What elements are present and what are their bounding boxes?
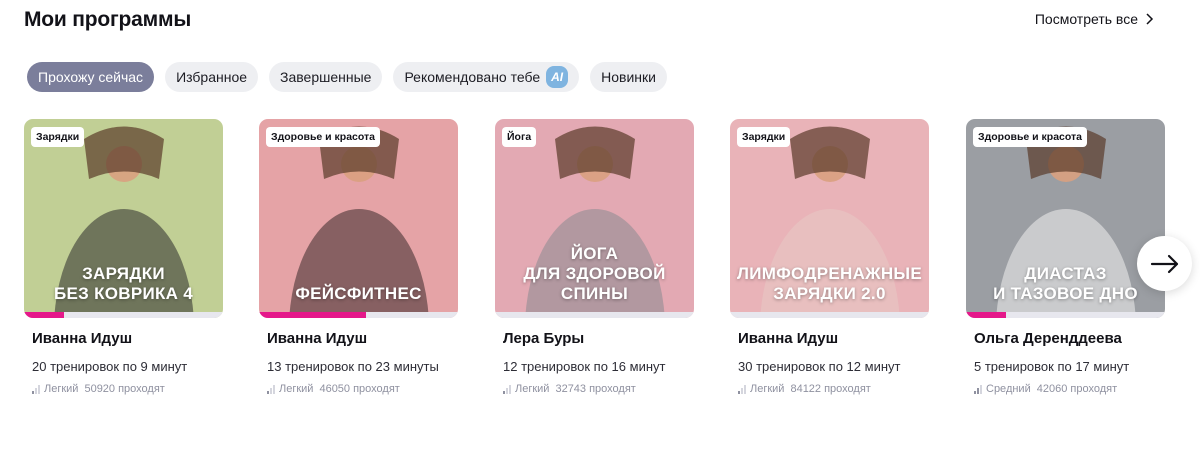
- level-indicator: Средний: [974, 383, 1031, 395]
- cover-title-line-1: Зарядки: [82, 264, 165, 283]
- tab-completed[interactable]: Завершенные: [269, 62, 383, 92]
- category-badge: Зарядки: [737, 127, 791, 147]
- progress-bar: [730, 312, 929, 318]
- tab-label: Завершенные: [280, 69, 372, 85]
- progress-fill: [966, 312, 1006, 318]
- workout-count: 12 тренировок по 16 минут: [503, 359, 666, 374]
- program-card[interactable]: Йога Йога для здоровой спины Лера Буры 12…: [495, 119, 694, 395]
- carousel-next-button[interactable]: [1137, 236, 1192, 291]
- workout-count: 5 тренировок по 17 минут: [974, 359, 1130, 374]
- program-meta: Легкий 50920 проходят: [32, 383, 165, 395]
- program-card[interactable]: Зарядки Зарядки без коврика 4 Иванна Идуш…: [24, 119, 223, 395]
- cover-title: Фейсфитнес: [259, 284, 458, 304]
- cover-title: Йога для здоровой спины: [495, 244, 694, 304]
- cover-title-line-2: Фейсфитнес: [295, 284, 422, 303]
- program-card[interactable]: Здоровье и красота Фейсфитнес Иванна Иду…: [259, 119, 458, 395]
- program-card[interactable]: Зарядки Лимфодренажные зарядки 2.0 Иванна…: [730, 119, 929, 395]
- category-badge: Йога: [502, 127, 537, 147]
- program-meta: Легкий 84122 проходят: [738, 383, 871, 395]
- workout-count: 13 тренировок по 23 минуты: [267, 359, 439, 374]
- ai-badge-icon: AI: [546, 66, 569, 88]
- progress-bar: [24, 312, 223, 318]
- tab-new[interactable]: Новинки: [590, 62, 667, 92]
- tabs-bar: Прохожу сейчас Избранное Завершенные Рек…: [27, 62, 667, 92]
- cover-title-line-2: без коврика 4: [53, 284, 194, 303]
- level-indicator: Легкий: [503, 383, 549, 395]
- program-cover: Йога Йога для здоровой спины: [495, 119, 694, 318]
- cover-title-line-2: для здоровой спины: [523, 264, 666, 303]
- workout-count: 30 тренировок по 12 минут: [738, 359, 901, 374]
- participants-count: 46050 проходят: [319, 383, 400, 395]
- level-label: Легкий: [515, 383, 550, 395]
- tab-in-progress[interactable]: Прохожу сейчас: [27, 62, 155, 92]
- program-meta: Средний 42060 проходят: [974, 383, 1117, 395]
- page-title: Мои программы: [24, 8, 192, 31]
- participants-count: 50920 проходят: [84, 383, 165, 395]
- program-cover: Зарядки Лимфодренажные зарядки 2.0: [730, 119, 929, 318]
- level-icon: [32, 384, 40, 394]
- see-all-label: Посмотреть все: [1034, 11, 1138, 27]
- arrow-right-icon: [1150, 254, 1178, 273]
- category-badge: Здоровье и красота: [973, 127, 1088, 147]
- tab-recommended[interactable]: Рекомендовано тебе AI: [393, 62, 580, 92]
- progress-bar: [495, 312, 694, 318]
- tab-label: Новинки: [601, 69, 656, 85]
- level-indicator: Легкий: [738, 383, 784, 395]
- level-icon: [503, 384, 511, 394]
- level-label: Легкий: [279, 383, 314, 395]
- program-cover: Здоровье и красота Диастаз и тазовое дно: [966, 119, 1165, 318]
- chevron-right-icon: [1146, 13, 1154, 25]
- progress-fill: [24, 312, 64, 318]
- level-icon: [974, 384, 982, 394]
- cover-title-line-2: и тазовое дно: [993, 284, 1138, 303]
- program-meta: Легкий 46050 проходят: [267, 383, 400, 395]
- program-card[interactable]: Здоровье и красота Диастаз и тазовое дно …: [966, 119, 1165, 395]
- progress-bar: [966, 312, 1165, 318]
- participants-count: 42060 проходят: [1036, 383, 1118, 395]
- category-badge: Зарядки: [31, 127, 85, 147]
- cover-title: Зарядки без коврика 4: [24, 264, 223, 304]
- progress-bar: [259, 312, 458, 318]
- progress-fill: [259, 312, 367, 318]
- trainer-name: Иванна Идуш: [738, 330, 839, 347]
- workout-count: 20 тренировок по 9 минут: [32, 359, 188, 374]
- cover-title-line-2: зарядки 2.0: [773, 284, 886, 303]
- level-icon: [738, 384, 746, 394]
- tab-label: Рекомендовано тебе: [404, 69, 541, 85]
- trainer-name: Ольга Деренддеева: [974, 330, 1122, 347]
- see-all-link[interactable]: Посмотреть все: [1035, 11, 1154, 27]
- participants-count: 84122 проходят: [790, 383, 871, 395]
- trainer-name: Лера Буры: [503, 330, 585, 347]
- program-meta: Легкий 32743 проходят: [503, 383, 636, 395]
- cover-title-line-1: Лимфодренажные: [737, 264, 922, 283]
- level-label: Легкий: [44, 383, 79, 395]
- program-cover: Здоровье и красота Фейсфитнес: [259, 119, 458, 318]
- tab-label: Избранное: [176, 69, 248, 85]
- cover-title: Лимфодренажные зарядки 2.0: [730, 264, 929, 304]
- cover-title-line-1: Йога: [570, 244, 619, 263]
- level-icon: [267, 384, 275, 394]
- trainer-name: Иванна Идуш: [267, 330, 368, 347]
- tab-favorites[interactable]: Избранное: [165, 62, 259, 92]
- tab-label: Прохожу сейчас: [38, 69, 144, 85]
- level-label: Средний: [986, 383, 1031, 395]
- level-label: Легкий: [750, 383, 785, 395]
- cover-title-line-1: Диастаз: [1024, 264, 1107, 283]
- level-indicator: Легкий: [267, 383, 313, 395]
- category-badge: Здоровье и красота: [266, 127, 381, 147]
- cover-title: Диастаз и тазовое дно: [966, 264, 1165, 304]
- program-cover: Зарядки Зарядки без коврика 4: [24, 119, 223, 318]
- participants-count: 32743 проходят: [555, 383, 636, 395]
- trainer-name: Иванна Идуш: [32, 330, 133, 347]
- level-indicator: Легкий: [32, 383, 78, 395]
